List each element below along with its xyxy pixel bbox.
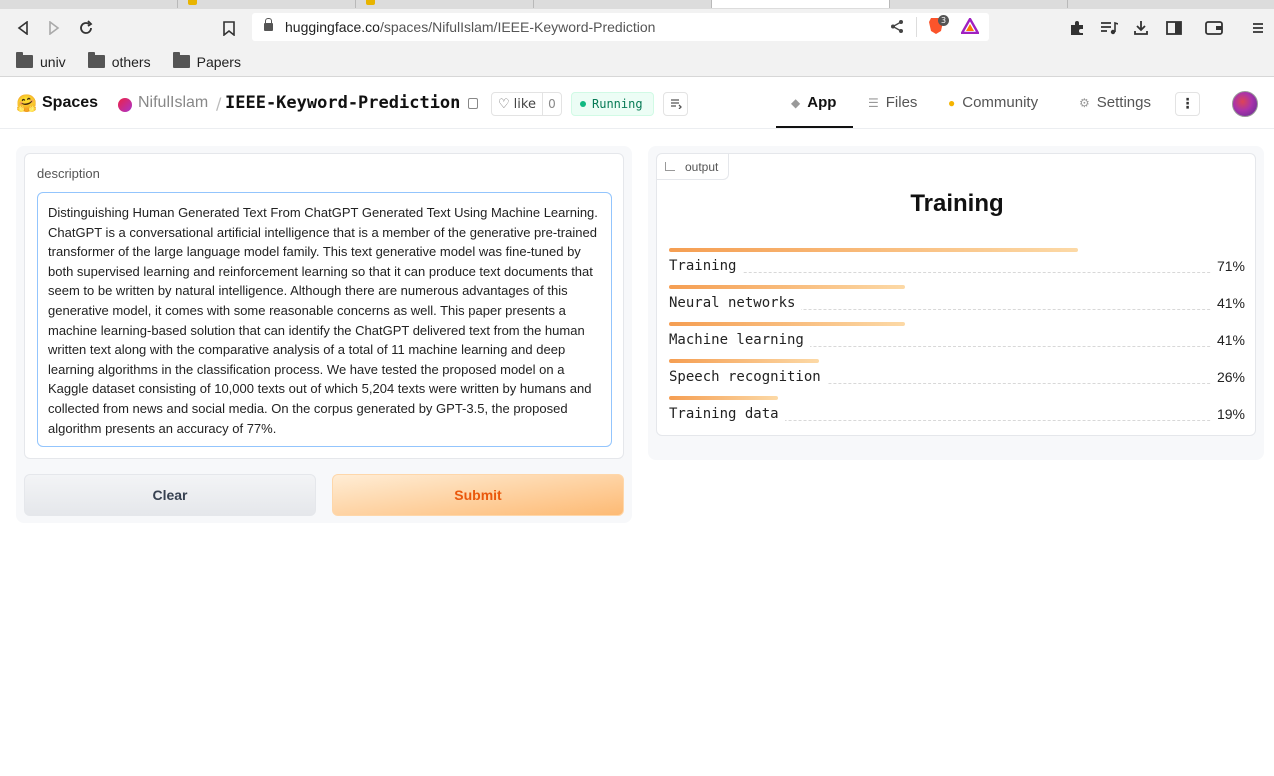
confidence-bar [669,248,1078,252]
confidence-percent: 41% [1210,332,1245,348]
community-icon: ● [948,95,956,110]
spaces-link[interactable]: Spaces [42,94,98,112]
browser-tab[interactable] [356,0,534,8]
copy-icon[interactable] [468,98,478,109]
confidence-label: Training data [669,406,785,422]
confidence-bar [669,285,905,289]
playlist-icon[interactable] [1098,17,1120,39]
files-icon: ☰ [868,95,879,110]
confidence-percent: 19% [1210,406,1245,422]
confidence-bar [669,359,819,363]
bookmark-folder-others[interactable]: others [87,52,151,70]
like-button[interactable]: ♡ like 0 [491,92,562,116]
output-label: output [657,154,730,180]
folder-icon [172,52,190,68]
like-count: 0 [542,93,561,115]
confidence-percent: 41% [1210,295,1245,311]
confidence-label: Training [669,258,743,274]
address-bar[interactable]: huggingface.co/spaces/NifulIslam/IEEE-Ke… [252,13,989,41]
input-panel: description Clear Submit [16,146,632,523]
back-icon[interactable] [12,17,34,39]
browser-tab[interactable] [534,0,712,8]
logs-button[interactable] [663,92,688,116]
status-dot-icon [580,101,586,107]
more-icon: ⋮ [1180,96,1195,112]
status-text: Running [592,97,643,111]
browser-tab[interactable] [178,0,356,8]
confidence-row[interactable]: Speech recognition 26% [669,359,1245,389]
browser-tab-strip [0,0,1274,9]
tab-settings[interactable]: ⚙ Settings [1079,94,1151,111]
status-badge: Running [571,92,654,116]
tab-community[interactable]: ● Community [948,94,1038,111]
chart-icon [665,162,675,171]
output-block: output Training Training 71% Neural networ… [656,153,1256,436]
confidence-label: Machine learning [669,332,810,348]
repo-name[interactable]: IEEE-Keyword-Prediction [225,93,460,113]
description-label: description [37,166,100,181]
like-label: like [513,96,536,112]
bookmarks-bar: univ others Papers [0,47,1274,77]
active-tab-indicator [776,126,853,128]
confidence-label: Neural networks [669,295,802,311]
confidence-bar [669,322,905,326]
confidence-row[interactable]: Training 71% [669,248,1245,278]
browser-tab[interactable] [0,0,178,8]
tab-app[interactable]: ◆ App [791,94,836,111]
menu-icon[interactable] [1247,17,1269,39]
confidence-bar [669,396,778,400]
output-panel: output Training Training 71% Neural networ… [648,146,1264,460]
share-icon[interactable] [890,19,904,38]
cube-icon: ◆ [791,95,801,110]
confidence-label: Speech recognition [669,369,827,385]
top-prediction-label: Training [910,190,1004,217]
tab-favicon-icon [188,0,197,5]
shield-count-badge: 3 [938,15,949,26]
owner-link[interactable]: NifulIslam [138,94,208,112]
clear-button[interactable]: Clear [24,474,316,516]
brave-rewards-icon[interactable] [959,16,981,38]
description-textarea[interactable] [37,192,612,447]
folder-icon [16,52,33,68]
hugging-face-logo-icon[interactable]: 🤗 [16,94,37,114]
download-icon[interactable] [1130,17,1152,39]
confidence-percent: 26% [1210,369,1245,385]
gear-icon: ⚙ [1079,95,1090,110]
user-avatar[interactable] [1232,91,1258,117]
bookmark-folder-papers[interactable]: Papers [172,52,241,70]
confidence-row[interactable]: Training data 19% [669,396,1245,426]
space-header: 🤗 Spaces NifulIslam / IEEE-Keyword-Predi… [0,78,1274,129]
confidence-row[interactable]: Machine learning 41% [669,322,1245,352]
description-block: description [24,153,624,459]
forward-icon[interactable] [43,17,65,39]
browser-tab-active[interactable] [712,0,890,8]
bookmark-folder-univ[interactable]: univ [16,52,66,70]
browser-tab[interactable] [890,0,1068,8]
confidence-row[interactable]: Neural networks 41% [669,285,1245,315]
heart-icon: ♡ [498,96,510,112]
sidebar-icon[interactable] [1163,17,1185,39]
submit-button[interactable]: Submit [332,474,624,516]
tab-files[interactable]: ☰ Files [868,94,917,111]
folder-icon [87,52,105,68]
confidence-percent: 71% [1210,258,1245,274]
dotted-leader [669,272,1245,273]
more-options-button[interactable]: ⋮ [1175,92,1200,116]
divider [916,17,917,37]
extensions-icon[interactable] [1066,17,1088,39]
wallet-icon[interactable] [1203,17,1225,39]
tab-favicon-icon [366,0,375,5]
path-separator: / [216,94,222,113]
lock-icon [264,17,273,33]
reload-icon[interactable] [75,17,97,39]
bookmark-icon[interactable] [218,17,240,39]
url-text: huggingface.co/spaces/NifulIslam/IEEE-Ke… [285,19,656,35]
owner-avatar [118,98,132,112]
logs-icon [670,99,682,109]
